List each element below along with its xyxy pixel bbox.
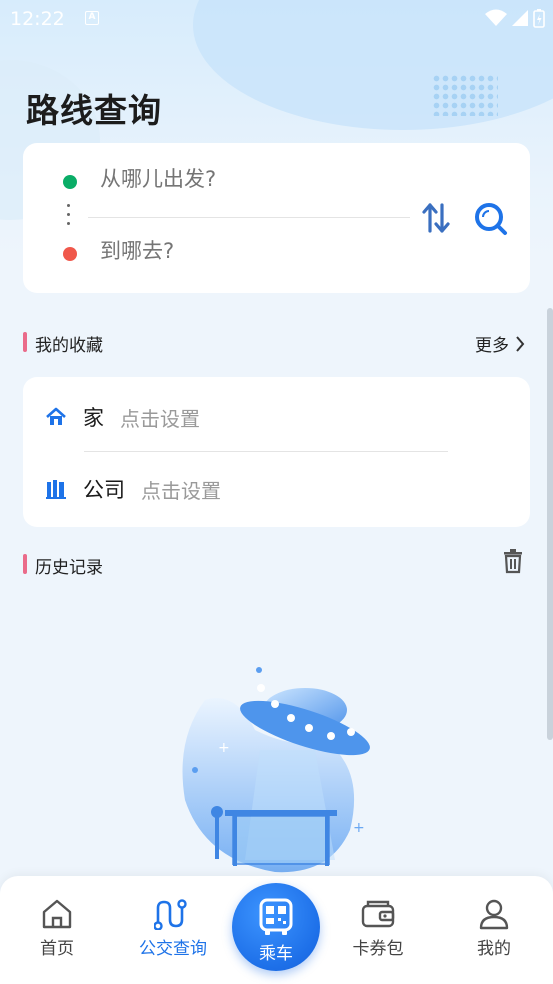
nav-label: 首页 [40,939,74,959]
status-bar: 12:22 A [0,0,553,38]
trash-icon[interactable] [501,548,525,574]
nav-home[interactable]: 首页 [17,898,97,959]
empty-state-illustration: + + [182,667,370,873]
wallet-icon [361,900,395,928]
svg-text:+: + [353,820,365,836]
notification-icon: A [85,11,99,25]
search-icon[interactable] [473,201,509,237]
page-title: 路线查询 [26,91,162,130]
swap-direction-icon[interactable] [421,201,451,235]
home-icon [46,407,66,425]
history-title: 历史记录 [35,558,103,578]
divider [84,451,448,452]
nav-ride-button[interactable]: 乘车 [232,883,320,971]
user-icon [479,899,509,930]
destination-dot [63,247,77,261]
scrollbar[interactable] [547,308,553,740]
origin-dot [63,175,77,189]
favorite-home-row[interactable]: 家 点击设置 [23,397,200,437]
nav-wallet[interactable]: 卡券包 [338,898,418,959]
wifi-icon [485,9,507,26]
favorites-title: 我的收藏 [35,336,103,356]
nav-label: 乘车 [259,944,293,964]
chevron-right-icon [516,335,525,352]
favorites-card: 家 点击设置 公司 点击设置 [23,377,530,527]
signal-icon [512,10,528,26]
divider [88,217,410,218]
favorite-name: 公司 [83,478,125,502]
route-icon [154,899,187,930]
home-outline-icon [42,899,72,929]
section-marker [23,554,27,574]
nav-label: 公交查询 [139,939,207,959]
nav-bus-query[interactable]: 公交查询 [133,898,213,959]
favorite-name: 家 [83,406,104,430]
favorite-hint: 点击设置 [120,406,200,431]
nav-profile[interactable]: 我的 [454,898,534,959]
decor-dots [432,74,498,116]
favorite-hint: 点击设置 [141,478,221,503]
more-label: 更多 [475,336,509,356]
section-marker [23,332,27,352]
svg-text:+: + [218,740,230,756]
origin-input[interactable] [100,167,400,191]
nav-label: 我的 [477,939,511,959]
building-icon [46,480,66,499]
favorites-more-link[interactable]: 更多 [475,331,525,356]
connector-dots [67,204,71,228]
nav-label: 卡券包 [352,939,404,959]
qr-bus-icon [259,898,293,935]
status-icons [485,8,545,28]
favorite-company-row[interactable]: 公司 点击设置 [23,469,221,509]
battery-icon [533,9,545,28]
route-search-card [23,143,530,293]
destination-input[interactable] [100,239,400,263]
status-time: 12:22 [10,8,65,30]
